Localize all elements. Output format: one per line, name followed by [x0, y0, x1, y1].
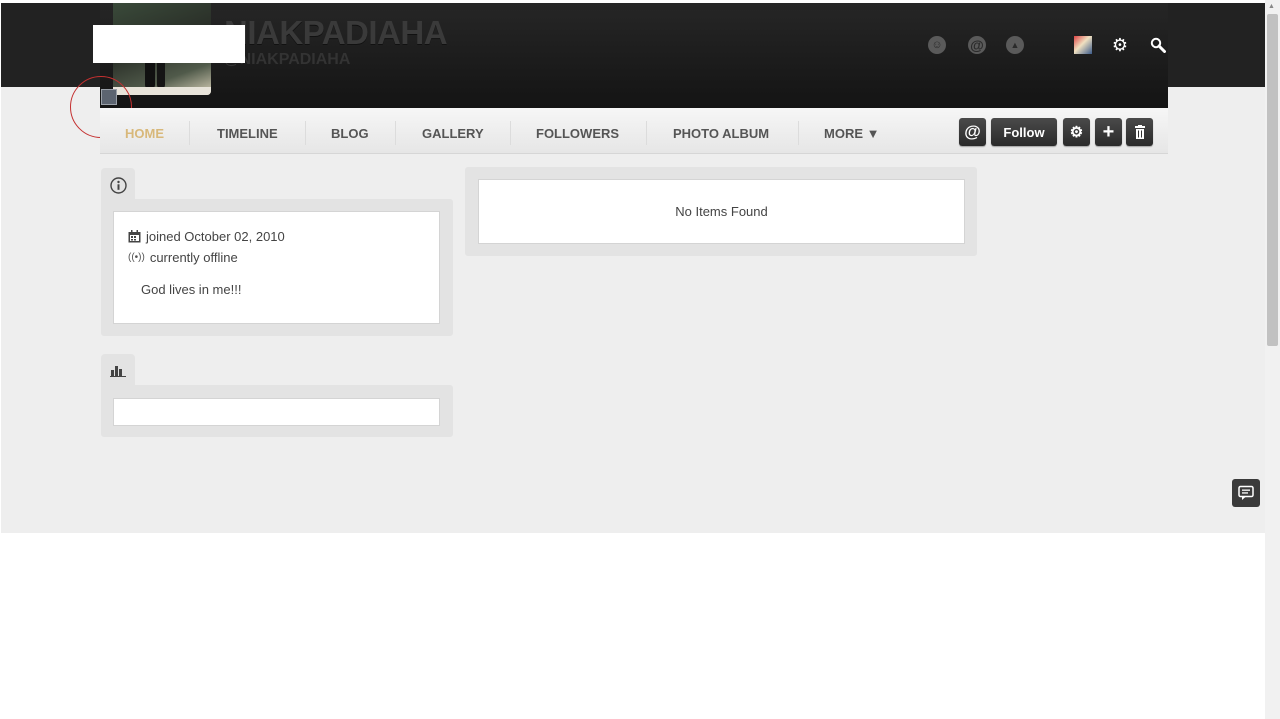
empty-timeline-message: No Items Found [675, 204, 768, 219]
mention-icon: @ [964, 122, 981, 141]
mention-button[interactable]: @ [959, 118, 986, 146]
nav-blog[interactable]: BLOG [331, 126, 369, 141]
settings-gear-icon: ⚙ [1069, 124, 1084, 141]
nav-gallery[interactable]: GALLERY [422, 126, 484, 141]
redaction-box [93, 25, 245, 63]
broadcast-icon: ((•)) [128, 252, 145, 263]
settings-gear-icon[interactable]: ⚙ [1110, 35, 1130, 55]
info-icon [110, 177, 127, 194]
calendar-icon [128, 230, 141, 243]
profile-bio: God lives in me!!! [141, 282, 242, 297]
friends-icon[interactable]: ☺ [927, 35, 947, 55]
search-icon[interactable] [1148, 35, 1168, 55]
scroll-up-arrow[interactable]: ▲ [1268, 3, 1275, 10]
follow-button[interactable]: Follow [991, 118, 1057, 146]
notifications-icon[interactable]: ▲ [1005, 35, 1025, 55]
chat-button[interactable] [1232, 479, 1260, 507]
info-widget-tab[interactable] [101, 168, 135, 202]
nav-more[interactable]: MORE ▼ [824, 126, 879, 141]
nav-home[interactable]: HOME [125, 126, 164, 141]
add-icon: + [1102, 120, 1115, 143]
online-status: ((•)) currently offline [128, 250, 238, 265]
trash-icon [1134, 125, 1145, 139]
chat-icon [1238, 485, 1254, 500]
add-button[interactable]: + [1095, 118, 1122, 146]
nav-photo-album[interactable]: PHOTO ALBUM [673, 126, 769, 141]
stats-icon [110, 366, 126, 377]
mentions-icon[interactable]: @ [967, 35, 987, 55]
info-widget-content [113, 211, 440, 324]
delete-button[interactable] [1126, 118, 1153, 146]
user-avatar[interactable] [1073, 35, 1093, 55]
profile-settings-button[interactable]: ⚙ [1063, 118, 1090, 146]
nav-followers[interactable]: FOLLOWERS [536, 126, 619, 141]
stats-widget-tab[interactable] [101, 354, 135, 388]
stats-widget-content [113, 398, 440, 426]
scrollbar-thumb[interactable] [1267, 14, 1278, 346]
profile-name: NIAKPADIAHA [224, 14, 448, 51]
joined-date: joined October 02, 2010 [128, 229, 285, 244]
nav-timeline[interactable]: TIMELINE [217, 126, 278, 141]
